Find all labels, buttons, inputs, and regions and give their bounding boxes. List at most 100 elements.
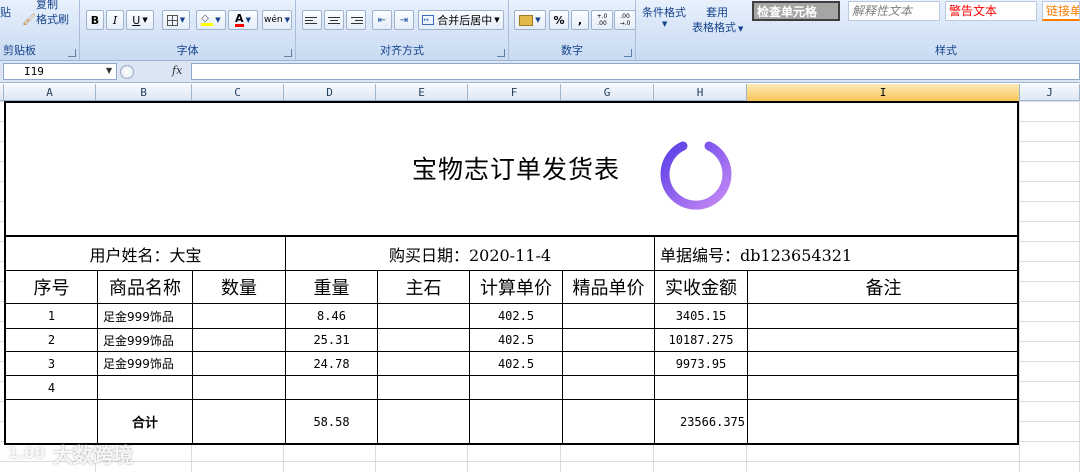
row-1-qty[interactable] (193, 304, 285, 328)
row-1-note[interactable] (748, 304, 1019, 328)
header-note[interactable]: 备注 (748, 271, 1019, 303)
row-3-note[interactable] (748, 352, 1019, 375)
phonetic-button[interactable]: wén ▼ (262, 10, 292, 30)
italic-button[interactable]: I (106, 10, 124, 30)
row-3-no[interactable]: 3 (6, 352, 97, 375)
formula-circle-button[interactable] (120, 65, 134, 79)
alignment-launcher[interactable] (497, 49, 505, 57)
column-header-j[interactable]: J (1020, 84, 1080, 101)
style-warning-text[interactable]: 警告文本 (945, 1, 1037, 21)
merge-center-button[interactable]: ↔ 合并后居中 ▼ (418, 10, 504, 30)
row-4-no[interactable]: 4 (6, 376, 97, 399)
header-quantity[interactable]: 数量 (193, 271, 285, 303)
purchase-date[interactable]: 购买日期：2020-11-4 (286, 237, 654, 270)
row-2-qty[interactable] (193, 329, 285, 351)
row-4-name[interactable] (98, 376, 192, 399)
row-3-fine-price[interactable] (563, 352, 654, 375)
column-header-b[interactable]: B (96, 84, 192, 101)
paste-button[interactable]: 贴 (0, 4, 11, 20)
apply-label: 套用 (706, 6, 728, 19)
style-link-cell[interactable]: 链接单 (1042, 1, 1080, 21)
column-header-g[interactable]: G (561, 84, 654, 101)
header-product[interactable]: 商品名称 (98, 271, 192, 303)
underline-button[interactable]: U ▼ (126, 10, 154, 30)
row-1-stone[interactable] (378, 304, 469, 328)
row-1-amount[interactable]: 3405.15 (655, 304, 747, 328)
header-amount[interactable]: 实收金额 (655, 271, 747, 303)
row-2-note[interactable] (748, 329, 1019, 351)
decrease-decimal-button[interactable]: .00 →.0 (614, 10, 636, 30)
row-1-weight[interactable]: 8.46 (286, 304, 377, 328)
bold-button[interactable]: B (86, 10, 104, 30)
row-3-amount[interactable]: 9973.95 (655, 352, 747, 375)
row-3-stone[interactable] (378, 352, 469, 375)
phonetic-icon: wén (264, 15, 283, 25)
row-4-qty[interactable] (193, 376, 285, 399)
row-4-amount[interactable] (655, 376, 747, 399)
align-left-button[interactable] (302, 10, 322, 30)
accounting-format-button[interactable]: ▼ (514, 10, 546, 30)
formula-input[interactable] (191, 63, 1080, 80)
style-explanatory-text[interactable]: 解释性文本 (848, 1, 940, 21)
row-1-name[interactable]: 足金999饰品 (98, 304, 192, 328)
chevron-down-icon: ▼ (494, 16, 500, 24)
row-2-unit-price[interactable]: 402.5 (470, 329, 562, 351)
number-launcher[interactable] (624, 49, 632, 57)
align-center-button[interactable] (324, 10, 344, 30)
clipboard-launcher[interactable] (68, 49, 76, 57)
column-header-f[interactable]: F (468, 84, 561, 101)
row-3-qty[interactable] (193, 352, 285, 375)
row-4-unit-price[interactable] (470, 376, 562, 399)
chevron-down-icon[interactable]: ▼ (106, 66, 112, 75)
borders-button[interactable]: ▼ (162, 10, 190, 30)
header-unit-price[interactable]: 计算单价 (470, 271, 562, 303)
header-fine-price[interactable]: 精品单价 (563, 271, 654, 303)
formula-bar: I19 ▼ fx (0, 61, 1080, 83)
row-3-name[interactable]: 足金999饰品 (98, 352, 192, 375)
header-main-stone[interactable]: 主石 (378, 271, 469, 303)
conditional-format-button[interactable]: 条件格式 (642, 4, 686, 20)
row-2-fine-price[interactable] (563, 329, 654, 351)
increase-decimal-button[interactable]: +.0 .00 (591, 10, 613, 30)
row-4-weight[interactable] (286, 376, 377, 399)
name-box[interactable]: I19 (3, 63, 117, 80)
row-1-unit-price[interactable]: 402.5 (470, 304, 562, 328)
header-weight[interactable]: 重量 (286, 271, 377, 303)
font-color-button[interactable]: A ▼ (228, 10, 258, 30)
fill-color-button[interactable]: ◇ ▼ (196, 10, 226, 30)
decrease-indent-button[interactable]: ⇤ (372, 10, 392, 30)
total-label[interactable]: 合计 (98, 400, 192, 443)
column-header-h[interactable]: H (654, 84, 747, 101)
document-number[interactable]: 单据编号：db123654321 (655, 237, 1019, 270)
total-amount[interactable]: 23566.375 (655, 400, 747, 443)
column-header-a[interactable]: A (4, 84, 96, 101)
align-right-button[interactable] (346, 10, 366, 30)
row-4-note[interactable] (748, 376, 1019, 399)
total-weight[interactable]: 58.58 (286, 400, 377, 443)
row-2-stone[interactable] (378, 329, 469, 351)
row-2-no[interactable]: 2 (6, 329, 97, 351)
row-2-name[interactable]: 足金999饰品 (98, 329, 192, 351)
format-painter-button[interactable]: 🖌格式刷 (22, 11, 69, 27)
column-header-d[interactable]: D (284, 84, 376, 101)
insert-function-button[interactable]: fx (172, 64, 182, 77)
row-3-unit-price[interactable]: 402.5 (470, 352, 562, 375)
row-2-amount[interactable]: 10187.275 (655, 329, 747, 351)
row-4-fine-price[interactable] (563, 376, 654, 399)
comma-button[interactable]: , (571, 10, 589, 30)
customer-name[interactable]: 用户姓名：大宝 (6, 237, 285, 270)
column-header-e[interactable]: E (376, 84, 468, 101)
row-2-weight[interactable]: 25.31 (286, 329, 377, 351)
header-seq[interactable]: 序号 (6, 271, 97, 303)
table-format-button[interactable]: 表格格式 ▼ (692, 19, 743, 35)
row-3-weight[interactable]: 24.78 (286, 352, 377, 375)
font-launcher[interactable] (284, 49, 292, 57)
row-4-stone[interactable] (378, 376, 469, 399)
column-header-c[interactable]: C (192, 84, 284, 101)
increase-indent-button[interactable]: ⇥ (394, 10, 414, 30)
column-header-i[interactable]: I (747, 84, 1020, 101)
style-check-cell[interactable]: 检查单元格 (752, 1, 840, 21)
row-1-fine-price[interactable] (563, 304, 654, 328)
percent-button[interactable]: % (549, 10, 569, 30)
row-1-no[interactable]: 1 (6, 304, 97, 328)
